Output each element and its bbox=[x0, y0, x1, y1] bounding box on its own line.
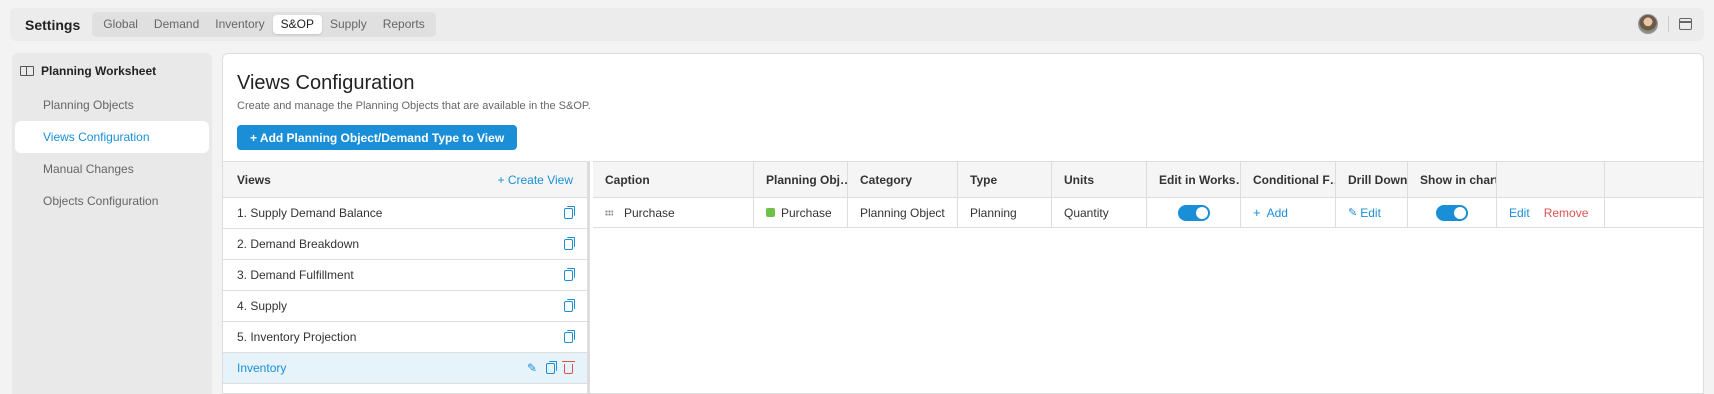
tab-global[interactable]: Global bbox=[95, 15, 146, 34]
create-view-link[interactable]: + Create View bbox=[498, 173, 574, 187]
view-label: 5. Inventory Projection bbox=[237, 330, 357, 344]
show-in-chart-toggle[interactable] bbox=[1436, 204, 1468, 221]
tab-inventory[interactable]: Inventory bbox=[207, 15, 272, 34]
col-show-in-chart[interactable]: Show in chart bbox=[1408, 162, 1497, 197]
plus-icon: + bbox=[1253, 205, 1261, 220]
copy-icon[interactable] bbox=[564, 298, 575, 312]
edit-row-link[interactable]: Edit bbox=[1509, 206, 1530, 220]
sidebar-item-manual-changes[interactable]: Manual Changes bbox=[15, 153, 209, 185]
view-row-selected[interactable]: Inventory ✎ bbox=[223, 353, 587, 384]
sidebar-item-views-configuration[interactable]: Views Configuration bbox=[15, 121, 209, 153]
pencil-icon[interactable]: ✎ bbox=[527, 361, 537, 375]
table-header-row: Caption Planning Obj… Category Type Unit… bbox=[593, 162, 1703, 198]
table-row[interactable]: Purchase Purchase Planning Object Planni… bbox=[593, 198, 1703, 228]
pencil-icon: ✎ bbox=[1348, 207, 1358, 219]
cell-caption: Purchase bbox=[593, 198, 754, 227]
calendar-icon[interactable] bbox=[1679, 18, 1692, 30]
view-label: 3. Demand Fulfillment bbox=[237, 268, 354, 282]
main-panel: Views Configuration Create and manage th… bbox=[222, 53, 1704, 394]
add-planning-object-button[interactable]: + Add Planning Object/Demand Type to Vie… bbox=[237, 125, 518, 150]
tab-supply[interactable]: Supply bbox=[322, 15, 375, 34]
views-title: Views bbox=[237, 172, 271, 187]
view-label: 4. Supply bbox=[237, 299, 288, 313]
col-units[interactable]: Units bbox=[1052, 162, 1147, 197]
drag-handle-icon[interactable] bbox=[605, 209, 613, 216]
settings-nav: Global Demand Inventory S&OP Supply Repo… bbox=[92, 12, 436, 37]
cell-show-in-chart bbox=[1408, 198, 1497, 227]
view-row[interactable]: 4. Supply bbox=[223, 291, 587, 322]
tab-reports[interactable]: Reports bbox=[375, 15, 433, 34]
avatar[interactable] bbox=[1638, 14, 1658, 34]
view-label: 2. Demand Breakdown bbox=[237, 237, 360, 251]
copy-icon[interactable] bbox=[564, 267, 575, 281]
tab-sop[interactable]: S&OP bbox=[272, 15, 322, 34]
remove-row-link[interactable]: Remove bbox=[1544, 206, 1589, 220]
divider bbox=[1668, 16, 1669, 32]
color-swatch bbox=[766, 208, 775, 217]
cell-actions: Edit Remove bbox=[1497, 198, 1605, 227]
view-label: Inventory bbox=[237, 361, 287, 375]
cell-units: Quantity bbox=[1052, 198, 1147, 227]
sidebar-header-label: Planning Worksheet bbox=[41, 64, 157, 78]
view-row[interactable]: 2. Demand Breakdown bbox=[223, 229, 587, 260]
view-items-table: Caption Planning Obj… Category Type Unit… bbox=[593, 161, 1703, 228]
col-drill-down[interactable]: Drill Down bbox=[1336, 162, 1408, 197]
cell-drill-down: ✎ Edit bbox=[1336, 198, 1408, 227]
copy-icon[interactable] bbox=[546, 360, 557, 374]
col-actions bbox=[1497, 162, 1605, 197]
view-row[interactable]: 5. Inventory Projection bbox=[223, 322, 587, 353]
col-planning-object[interactable]: Planning Obj… bbox=[754, 162, 848, 197]
sidebar-header: Planning Worksheet bbox=[12, 53, 212, 89]
cell-type: Planning bbox=[958, 198, 1052, 227]
col-caption[interactable]: Caption bbox=[593, 162, 754, 197]
sidebar-item-objects-configuration[interactable]: Objects Configuration bbox=[15, 185, 209, 217]
col-conditional-format[interactable]: Conditional F… bbox=[1241, 162, 1336, 197]
app-title: Settings bbox=[25, 16, 81, 33]
view-row[interactable]: 3. Demand Fulfillment bbox=[223, 260, 587, 291]
sidebar-item-planning-objects[interactable]: Planning Objects bbox=[15, 89, 209, 121]
topbar-actions bbox=[1638, 14, 1692, 34]
view-label: 1. Supply Demand Balance bbox=[237, 206, 383, 220]
planning-object-text: Purchase bbox=[781, 205, 832, 220]
edit-in-worksheet-toggle[interactable] bbox=[1177, 204, 1210, 221]
page-subtitle: Create and manage the Planning Objects t… bbox=[237, 100, 591, 112]
edit-drill-down-link[interactable]: Edit bbox=[1360, 206, 1381, 220]
cell-edit-in-worksheet bbox=[1147, 198, 1241, 227]
add-conditional-format-link[interactable]: Add bbox=[1267, 206, 1288, 220]
tab-demand[interactable]: Demand bbox=[146, 15, 207, 34]
top-bar: Settings Global Demand Inventory S&OP Su… bbox=[10, 8, 1704, 41]
copy-icon[interactable] bbox=[564, 236, 575, 250]
col-type[interactable]: Type bbox=[958, 162, 1052, 197]
sidebar: Planning Worksheet Planning Objects View… bbox=[12, 53, 212, 394]
views-header: Views + Create View bbox=[223, 162, 587, 198]
caption-text: Purchase bbox=[624, 205, 675, 220]
page-title: Views Configuration bbox=[237, 72, 415, 94]
copy-icon[interactable] bbox=[564, 329, 575, 343]
trash-icon[interactable] bbox=[562, 361, 575, 374]
book-icon bbox=[20, 66, 34, 76]
col-category[interactable]: Category bbox=[848, 162, 958, 197]
views-panel: Views + Create View 1. Supply Demand Bal… bbox=[223, 161, 590, 393]
col-edit-in-worksheet[interactable]: Edit in Works… bbox=[1147, 162, 1241, 197]
view-row[interactable]: 1. Supply Demand Balance bbox=[223, 198, 587, 229]
copy-icon[interactable] bbox=[564, 205, 575, 219]
cell-planning-object: Purchase bbox=[754, 198, 848, 227]
cell-category: Planning Object bbox=[848, 198, 958, 227]
cell-conditional-format: + Add bbox=[1241, 198, 1336, 227]
